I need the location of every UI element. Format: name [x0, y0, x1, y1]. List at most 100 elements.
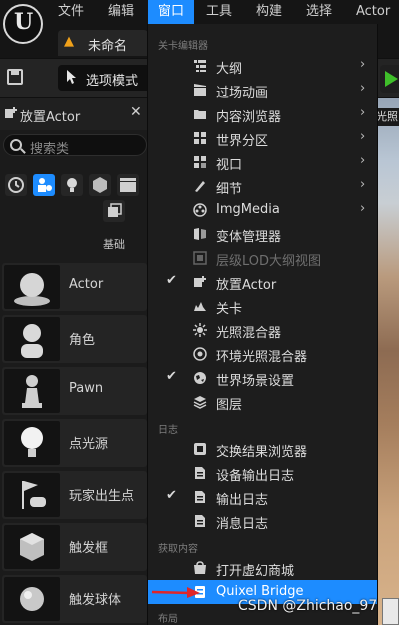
checkmark-icon: ✔ [166, 273, 177, 288]
device-log-icon [195, 467, 205, 479]
marketplace-icon [194, 561, 206, 574]
close-icon[interactable]: ✕ [130, 104, 142, 120]
unreal-logo-icon[interactable]: U [3, 4, 43, 44]
menu-item-label: 输出日志 [216, 493, 269, 508]
character-list-item[interactable]: 角色 [2, 315, 147, 363]
menu-build[interactable]: 构建 [248, 0, 290, 24]
menu-item-open-marketplace[interactable]: 打开虚幻商城 [148, 556, 377, 580]
main-menu-bar: 文件 编辑 窗口 工具 构建 选择 Actor [0, 0, 399, 24]
all-classes-category-icon[interactable] [103, 200, 125, 222]
play-icon [385, 71, 398, 87]
menu-item-label: 世界场景设置 [216, 374, 295, 389]
menu-item-env-light-mixer[interactable]: 环境光照混合器 [148, 342, 377, 366]
submenu-arrow-icon: › [360, 153, 366, 168]
selection-mode-button[interactable]: 选项模式 [58, 65, 153, 91]
output-log-icon [195, 491, 205, 503]
menu-item-label: 打开虚幻商城 [216, 564, 295, 579]
menu-item-content-browser[interactable]: 内容浏览器 › [148, 102, 377, 126]
menu-file[interactable]: 文件 [50, 0, 92, 24]
viewport-icon [194, 156, 206, 168]
section-level-editor: 关卡编辑器 [158, 41, 208, 52]
item-label: Actor [69, 277, 104, 292]
menu-item-viewport[interactable]: 视口 › [148, 150, 377, 174]
menu-item-levels[interactable]: 关卡 [148, 294, 377, 318]
selection-mode-label: 选项模式 [86, 74, 139, 89]
window-menu-dropdown: 关卡编辑器 大纲 › 过场动画 › 内容浏览器 › 世界分区 › 视口 › 细节… [147, 24, 378, 625]
menu-window[interactable]: 窗口 [148, 0, 194, 24]
menu-item-output-log[interactable]: ✔ 输出日志 [148, 485, 377, 509]
shapes-category-icon[interactable] [89, 174, 111, 196]
menu-actor[interactable]: Actor [348, 0, 398, 24]
point-light-thumbnail [4, 421, 60, 465]
menu-select[interactable]: 选择 [298, 0, 340, 24]
level-tab-label: 未命名 [88, 39, 128, 54]
menu-item-place-actors[interactable]: ✔ 放置Actor [148, 270, 377, 294]
recent-category-icon[interactable] [5, 174, 27, 196]
menu-item-variant-manager[interactable]: 变体管理器 [148, 222, 377, 246]
outliner-icon [194, 60, 206, 72]
watermark-text: CSDN @Zhichao_97 [238, 598, 378, 614]
menu-item-hlod-outliner: 层级LOD大纲视图 [148, 246, 377, 270]
character-thumbnail [4, 317, 60, 361]
menu-item-label: 视口 [216, 158, 243, 173]
save-icon[interactable] [5, 67, 25, 87]
menu-item-layers[interactable]: 图层 [148, 390, 377, 414]
menu-tools[interactable]: 工具 [198, 0, 240, 24]
menu-item-cinematics[interactable]: 过场动画 › [148, 78, 377, 102]
light-mixer-icon [193, 323, 207, 337]
submenu-arrow-icon: › [360, 201, 366, 216]
interchange-icon [194, 443, 206, 455]
menu-item-message-log[interactable]: 消息日志 [148, 509, 377, 533]
item-label: 玩家出生点 [69, 489, 135, 504]
variant-manager-icon [194, 228, 206, 240]
section-log: 日志 [158, 425, 178, 436]
level-tab[interactable]: ▲ 未命名 [58, 30, 148, 56]
search-placeholder: 搜索类 [30, 142, 70, 157]
menu-item-light-mixer[interactable]: 光照混合器 [148, 318, 377, 342]
hlod-icon [193, 251, 207, 265]
panel-header: 放置Actor ✕ [0, 98, 147, 130]
submenu-arrow-icon: › [360, 81, 366, 96]
menu-item-label: 大纲 [216, 62, 243, 77]
lights-category-icon[interactable] [61, 174, 83, 196]
menu-item-world-partition[interactable]: 世界分区 › [148, 126, 377, 150]
actor-list-item[interactable]: Actor [2, 263, 147, 311]
menu-item-label: 放置Actor [216, 278, 277, 293]
layers-icon [193, 396, 207, 409]
place-actors-icon [194, 276, 206, 287]
play-button[interactable] [380, 65, 399, 93]
trigger-sphere-thumbnail [4, 577, 60, 621]
actor-thumbnail [4, 265, 60, 309]
basic-category-icon[interactable] [33, 174, 55, 196]
menu-item-world-settings[interactable]: ✔ 世界场景设置 [148, 366, 377, 390]
world-settings-icon [194, 372, 206, 384]
menu-item-label: ImgMedia [216, 202, 280, 217]
details-icon [195, 181, 205, 192]
warning-icon: ▲ [64, 34, 74, 49]
place-actor-icon [5, 107, 17, 118]
world-partition-icon [194, 132, 206, 144]
pawn-list-item[interactable]: Pawn [2, 367, 147, 415]
menu-item-interchange-browser[interactable]: 交换结果浏览器 [148, 437, 377, 461]
menu-item-outliner[interactable]: 大纲 › [148, 54, 377, 78]
cinematic-category-icon[interactable] [117, 174, 139, 196]
menu-edit[interactable]: 编辑 [100, 0, 142, 24]
trigger-sphere-list-item[interactable]: 触发球体 [2, 575, 147, 623]
submenu-arrow-icon: › [360, 129, 366, 144]
submenu-arrow-icon: › [360, 57, 366, 72]
menu-item-device-output-log[interactable]: 设备输出日志 [148, 461, 377, 485]
point-light-list-item[interactable]: 点光源 [2, 419, 147, 467]
trigger-box-list-item[interactable]: 触发框 [2, 523, 147, 571]
player-start-list-item[interactable]: 玩家出生点 [2, 471, 147, 519]
corner-tooltip-box [382, 598, 399, 625]
menu-item-details[interactable]: 细节 › [148, 174, 377, 198]
search-input[interactable]: 搜索类 [3, 134, 147, 157]
menu-item-label: 消息日志 [216, 517, 269, 532]
cursor-icon [67, 70, 76, 84]
level-viewport[interactable] [376, 98, 399, 625]
menu-item-label: 变体管理器 [216, 230, 282, 245]
menu-item-label: 环境光照混合器 [216, 350, 308, 365]
item-label: Pawn [69, 381, 104, 396]
item-label: 触发球体 [69, 593, 122, 608]
menu-item-imgmedia[interactable]: ImgMedia › [148, 198, 377, 222]
